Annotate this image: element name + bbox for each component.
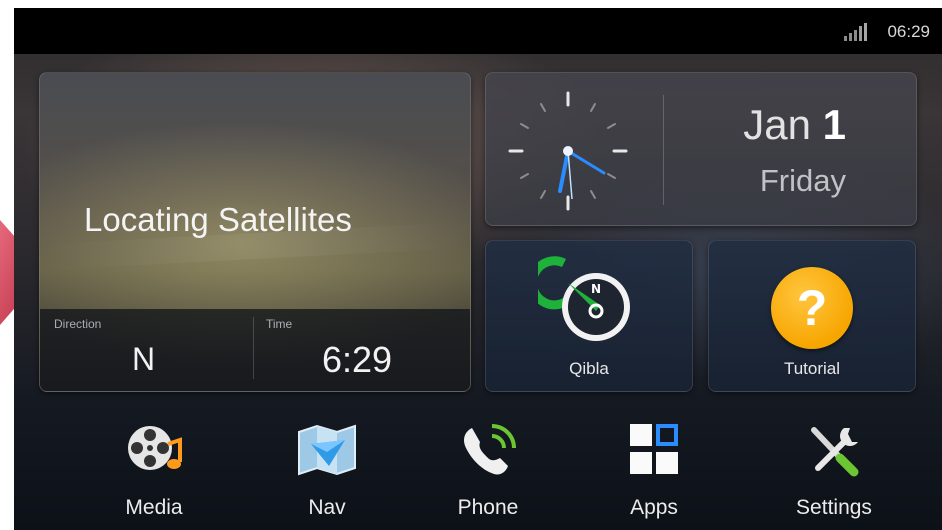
date-display: Jan 1 bbox=[743, 101, 846, 149]
qibla-label: Qibla bbox=[569, 359, 609, 378]
direction-label: Direction bbox=[54, 317, 102, 331]
day-number: 1 bbox=[822, 101, 846, 148]
compass-icon: N bbox=[538, 256, 630, 341]
question-icon: ? bbox=[771, 267, 853, 349]
dock-item-nav[interactable]: Nav bbox=[252, 408, 402, 530]
phone-icon bbox=[464, 424, 516, 475]
navigation-tile[interactable]: Locating Satellites Direction N Time 6:2… bbox=[39, 72, 471, 392]
analog-clock-icon bbox=[508, 91, 628, 211]
dock-item-apps[interactable]: Apps bbox=[579, 408, 729, 530]
dock-item-phone[interactable]: Phone bbox=[413, 408, 563, 530]
clock-date-tile[interactable]: Jan 1 Friday bbox=[485, 72, 917, 226]
tutorial-label: Tutorial bbox=[783, 359, 841, 378]
qibla-tile[interactable]: N Qibla bbox=[485, 240, 693, 392]
dock-label-phone: Phone bbox=[457, 496, 519, 519]
dock-item-settings[interactable]: Settings bbox=[759, 408, 909, 530]
tools-icon bbox=[811, 427, 859, 477]
status-clock: 06:29 bbox=[887, 22, 930, 41]
head-unit-screen: 06:29 Locating Satellites Direction N Ti… bbox=[14, 8, 942, 530]
apps-grid-icon bbox=[630, 424, 678, 474]
dock-label-nav: Nav bbox=[308, 496, 346, 519]
nav-info-bar: Direction N Time 6:29 bbox=[40, 309, 470, 391]
status-bar: 06:29 bbox=[14, 8, 942, 54]
nav-divider bbox=[253, 317, 254, 379]
time-value: 6:29 bbox=[322, 339, 393, 380]
clock-divider bbox=[663, 95, 664, 205]
month-text: Jan bbox=[743, 101, 811, 148]
signal-bars-icon bbox=[844, 23, 867, 41]
film-reel-icon bbox=[128, 426, 182, 470]
tutorial-tile[interactable]: ? Tutorial bbox=[708, 240, 916, 392]
app-dock: Media Nav Phone Apps Settings bbox=[14, 408, 942, 530]
gps-status-text: Locating Satellites bbox=[84, 201, 352, 238]
dock-label-apps: Apps bbox=[630, 496, 678, 519]
weekday-text: Friday bbox=[759, 163, 846, 198]
dock-item-media[interactable]: Media bbox=[79, 408, 229, 530]
dock-label-settings: Settings bbox=[796, 496, 872, 519]
dock-label-media: Media bbox=[125, 496, 183, 519]
map-icon bbox=[298, 424, 356, 476]
time-label: Time bbox=[266, 317, 293, 331]
direction-value: N bbox=[132, 341, 156, 377]
svg-text:N: N bbox=[591, 282, 601, 296]
